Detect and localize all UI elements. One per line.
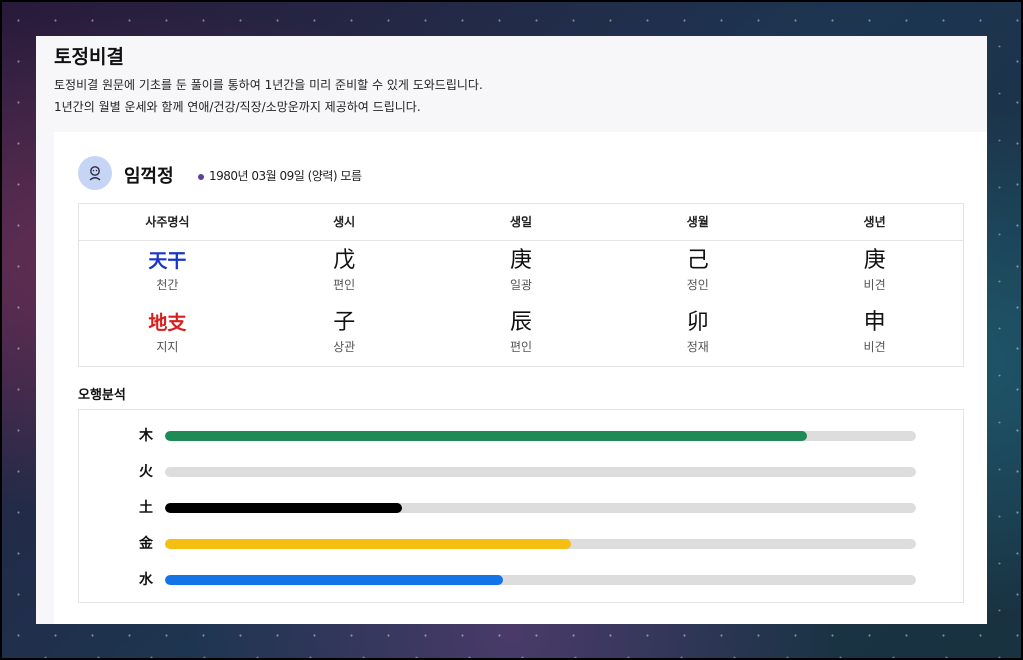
sipseong-label: 편인 [333, 278, 356, 292]
cheongan-cell-saengsi: 戊 편인 [256, 247, 433, 309]
cheongan-label-cell: 天干 천간 [79, 247, 256, 309]
ohang-label: 土 [139, 500, 153, 516]
jiji-label: 地支 [148, 312, 187, 334]
jiji-cell-saengnyeon: 申 비견 [786, 309, 963, 371]
ohang-row-metal: 金 [79, 534, 963, 554]
hanja-char: 子 [333, 310, 356, 335]
hanja-char: 卯 [686, 310, 709, 335]
hanja-char: 申 [863, 310, 886, 335]
ohang-row-wood: 木 [79, 426, 963, 446]
sipseong-label: 정재 [686, 340, 709, 354]
jiji-row: 地支 지지 子 상관 辰 편인 卯 정재 申 비견 [79, 309, 963, 371]
sipseong-label: 편인 [509, 340, 533, 354]
birth-info-text: 1980년 03월 09일 (양력) 모름 [209, 169, 362, 183]
cheongan-cell-saengwol: 己 정인 [609, 247, 786, 309]
user-name: 임꺽정 [124, 166, 174, 187]
avatar [78, 156, 112, 190]
hanja-char: 辰 [509, 310, 532, 335]
person-icon [89, 166, 101, 181]
jiji-cell-saengwol: 卯 정재 [609, 309, 786, 371]
ohang-bar-track [165, 467, 916, 477]
ohang-bar-track [165, 575, 916, 585]
ohang-bar-fill [165, 503, 402, 513]
hanja-char: 庚 [863, 248, 886, 273]
saju-table: 사주명식 생시 생일 생월 생년 天干 천간 戊 편인 庚 일광 己 정인 庚 … [78, 203, 964, 367]
cheongan-label-sub: 천간 [156, 278, 179, 292]
header-saengil: 생일 [509, 215, 533, 229]
header-saengwol: 생월 [686, 215, 709, 229]
birth-info: 1980년 03월 09일 (양력) 모름 [198, 167, 362, 184]
ohang-bar-track [165, 503, 916, 513]
ohang-label: 金 [139, 536, 153, 552]
ohang-row-fire: 火 [79, 462, 963, 482]
saju-header-row: 사주명식 생시 생일 생월 생년 [79, 204, 963, 241]
header-saengnyeon: 생년 [863, 215, 886, 229]
jiji-label-sub: 지지 [156, 340, 179, 354]
header-saengsi: 생시 [333, 215, 356, 229]
ohang-bar-fill [165, 431, 808, 441]
sipseong-label: 상관 [333, 340, 356, 354]
ohang-row-earth: 土 [79, 498, 963, 518]
ohang-label: 木 [139, 428, 153, 444]
page-description-2: 1년간의 월별 운세와 함께 연애/건강/직장/소망운까지 제공하여 드립니다. [54, 100, 421, 114]
ohang-section-title: 오행분석 [78, 388, 126, 403]
page-title: 토정비결 [54, 46, 124, 68]
ohang-bar-fill [165, 539, 571, 549]
jiji-cell-saengsi: 子 상관 [256, 309, 433, 371]
sipseong-label: 비견 [863, 340, 886, 354]
jiji-label-cell: 地支 지지 [79, 309, 256, 371]
header-saju-myeongsik: 사주명식 [145, 215, 190, 229]
page-description-1: 토정비결 원문에 기초를 둔 풀이를 통하여 1년간을 미리 준비할 수 있게 … [54, 78, 483, 92]
bullet-dot-icon [198, 173, 204, 180]
jiji-cell-saengil: 辰 편인 [433, 309, 610, 371]
cheongan-row: 天干 천간 戊 편인 庚 일광 己 정인 庚 비견 [79, 247, 963, 309]
ohang-bar-fill [165, 575, 503, 585]
ohang-label: 水 [139, 572, 153, 588]
ohang-bar-track [165, 431, 916, 441]
saju-card: 임꺽정 1980년 03월 09일 (양력) 모름 사주명식 생시 생일 생월 … [54, 132, 987, 624]
hanja-char: 戊 [333, 248, 356, 273]
cheongan-cell-saengil: 庚 일광 [433, 247, 610, 309]
cheongan-label: 天干 [148, 250, 187, 272]
ohang-bar-track [165, 539, 916, 549]
hanja-char: 庚 [509, 248, 532, 273]
sipseong-label: 정인 [686, 278, 709, 292]
cheongan-cell-saengnyeon: 庚 비견 [786, 247, 963, 309]
tojeong-panel: 토정비결 토정비결 원문에 기초를 둔 풀이를 통하여 1년간을 미리 준비할 … [36, 36, 987, 624]
ohang-chart: 木 火 土 金 水 [78, 409, 964, 603]
hanja-char: 己 [686, 248, 709, 273]
sipseong-label: 일광 [509, 278, 533, 292]
sipseong-label: 비견 [863, 278, 886, 292]
ohang-row-water: 水 [79, 570, 963, 590]
ohang-label: 火 [139, 464, 153, 480]
